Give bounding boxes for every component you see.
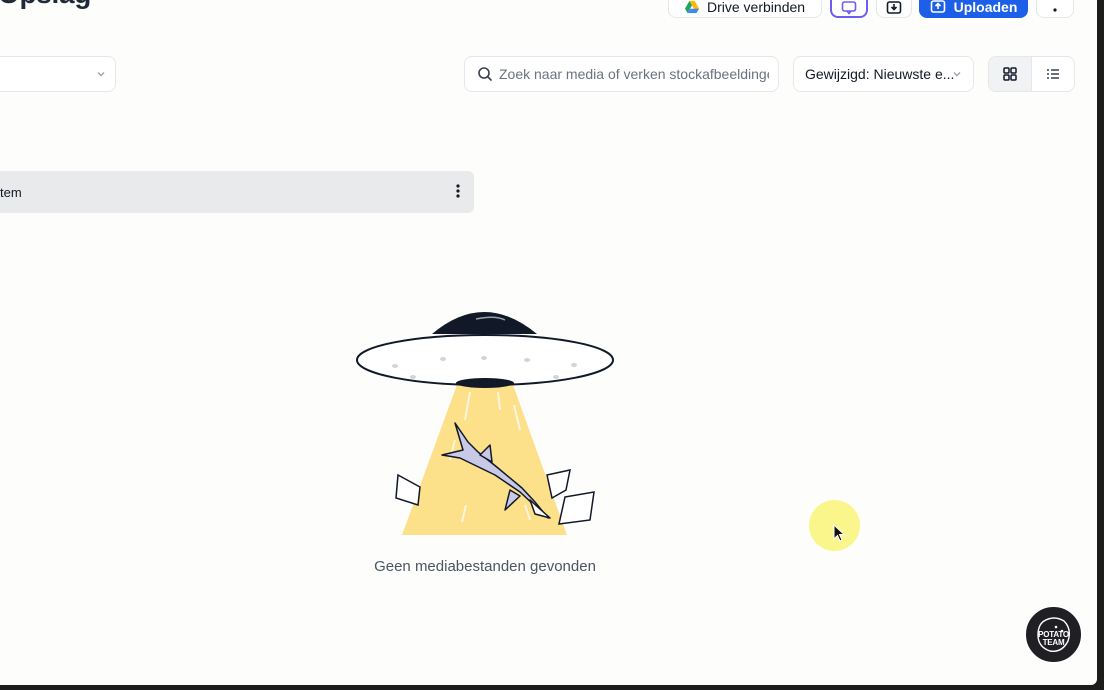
- chat-icon: [841, 1, 857, 15]
- chevron-down-icon: [97, 72, 105, 77]
- badge-text: POTATO TEAM: [1038, 630, 1069, 647]
- grid-icon: [1003, 67, 1017, 81]
- list-view-button[interactable]: [1032, 57, 1075, 91]
- sort-dropdown[interactable]: Gewijzigd: Nieuwste e...: [793, 56, 974, 92]
- sort-label: Gewijzigd: Nieuwste e...: [805, 66, 955, 82]
- view-toggle: [988, 56, 1075, 92]
- window-edge-right: [1097, 0, 1104, 690]
- page-title: Opslag: [0, 0, 91, 10]
- folder-row[interactable]: tem: [0, 171, 474, 213]
- list-icon: [1046, 69, 1059, 79]
- chevron-down-icon: [953, 72, 961, 77]
- upload-button[interactable]: Uploaden: [919, 0, 1028, 18]
- connect-drive-button[interactable]: Drive verbinden: [668, 0, 822, 18]
- potato-team-badge[interactable]: POTATO TEAM: [1024, 605, 1083, 664]
- import-button[interactable]: [876, 0, 912, 18]
- upload-label: Uploaden: [953, 0, 1018, 15]
- empty-state-message: Geen mediabestanden gevonden: [374, 558, 596, 575]
- media-search[interactable]: [464, 56, 779, 92]
- badge-line2: TEAM: [1042, 637, 1065, 647]
- grid-view-button[interactable]: [989, 57, 1032, 91]
- google-drive-icon: [685, 0, 699, 14]
- app-window: Opslag Drive verbinden Uploaden: [0, 0, 1097, 685]
- search-input[interactable]: [499, 66, 769, 82]
- ufo-empty-illustration: [356, 312, 614, 535]
- connect-drive-label: Drive verbinden: [707, 0, 806, 15]
- mouse-cursor-icon: [833, 524, 845, 542]
- search-icon: [478, 67, 492, 81]
- folder-select[interactable]: [0, 56, 116, 92]
- chat-button[interactable]: [830, 0, 868, 18]
- more-options-button[interactable]: [1036, 0, 1074, 18]
- more-vertical-icon[interactable]: [456, 183, 460, 199]
- upload-icon: [930, 0, 945, 13]
- import-icon: [886, 1, 902, 14]
- folder-row-label: tem: [0, 184, 22, 200]
- window-edge-bottom: [0, 685, 1104, 690]
- more-vertical-icon: [1053, 8, 1057, 12]
